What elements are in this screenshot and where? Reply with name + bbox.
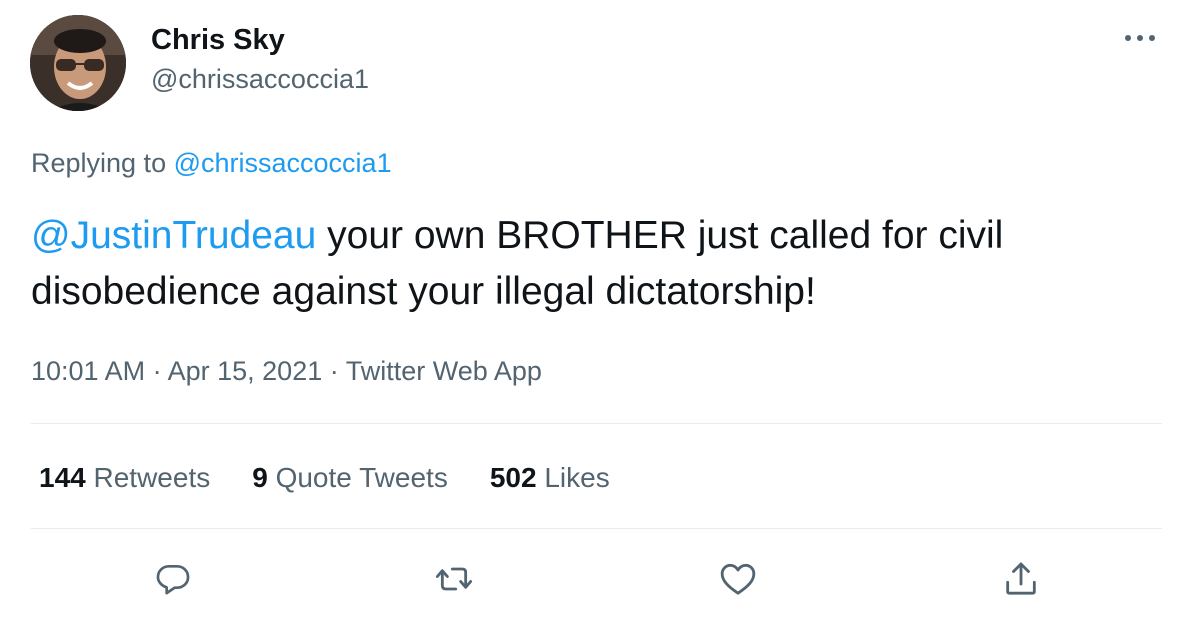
avatar-image	[30, 15, 126, 111]
retweets-label: Retweets	[93, 462, 211, 493]
author-handle[interactable]: @chrissaccoccia1	[151, 62, 369, 96]
likes-stat[interactable]: 502 Likes	[490, 460, 610, 496]
quote-tweets-stat[interactable]: 9 Quote Tweets	[252, 460, 448, 496]
mention-link[interactable]: @JustinTrudeau	[31, 214, 316, 257]
like-button[interactable]	[714, 555, 762, 603]
likes-label: Likes	[544, 462, 610, 493]
more-horizontal-icon	[1125, 35, 1155, 41]
author-display-name[interactable]: Chris Sky	[151, 22, 285, 58]
tweet-date[interactable]: Apr 15, 2021	[168, 356, 323, 386]
more-options-button[interactable]	[1118, 26, 1162, 50]
retweets-count: 144	[39, 462, 86, 493]
meta-separator: ·	[329, 356, 339, 386]
likes-count: 502	[489, 462, 537, 493]
heart-icon	[720, 563, 756, 595]
avatar[interactable]	[30, 15, 126, 111]
retweet-button[interactable]	[430, 555, 478, 603]
reply-context-prefix: Replying to	[31, 148, 167, 178]
share-button[interactable]	[997, 555, 1045, 603]
tweet-text: @JustinTrudeau your own BROTHER just cal…	[31, 208, 1161, 320]
engagement-stats: 144 Retweets 9 Quote Tweets 502 Likes	[39, 460, 652, 496]
retweet-icon	[435, 567, 473, 591]
share-icon	[1006, 562, 1036, 595]
reply-context: Replying to @chrissaccoccia1	[31, 145, 392, 181]
quote-tweets-count: 9	[252, 462, 268, 493]
retweets-stat[interactable]: 144 Retweets	[39, 460, 210, 496]
tweet-time[interactable]: 10:01 AM	[31, 356, 145, 386]
reply-icon	[156, 564, 190, 595]
tweet-meta: 10:01 AM · Apr 15, 2021 · Twitter Web Ap…	[31, 353, 542, 389]
divider	[31, 423, 1162, 424]
reply-context-handle-link[interactable]: @chrissaccoccia1	[174, 148, 392, 178]
reply-button[interactable]	[149, 555, 197, 603]
meta-separator: ·	[152, 356, 162, 386]
divider	[31, 528, 1162, 529]
tweet-source[interactable]: Twitter Web App	[346, 356, 542, 386]
quote-tweets-label: Quote Tweets	[275, 462, 448, 493]
